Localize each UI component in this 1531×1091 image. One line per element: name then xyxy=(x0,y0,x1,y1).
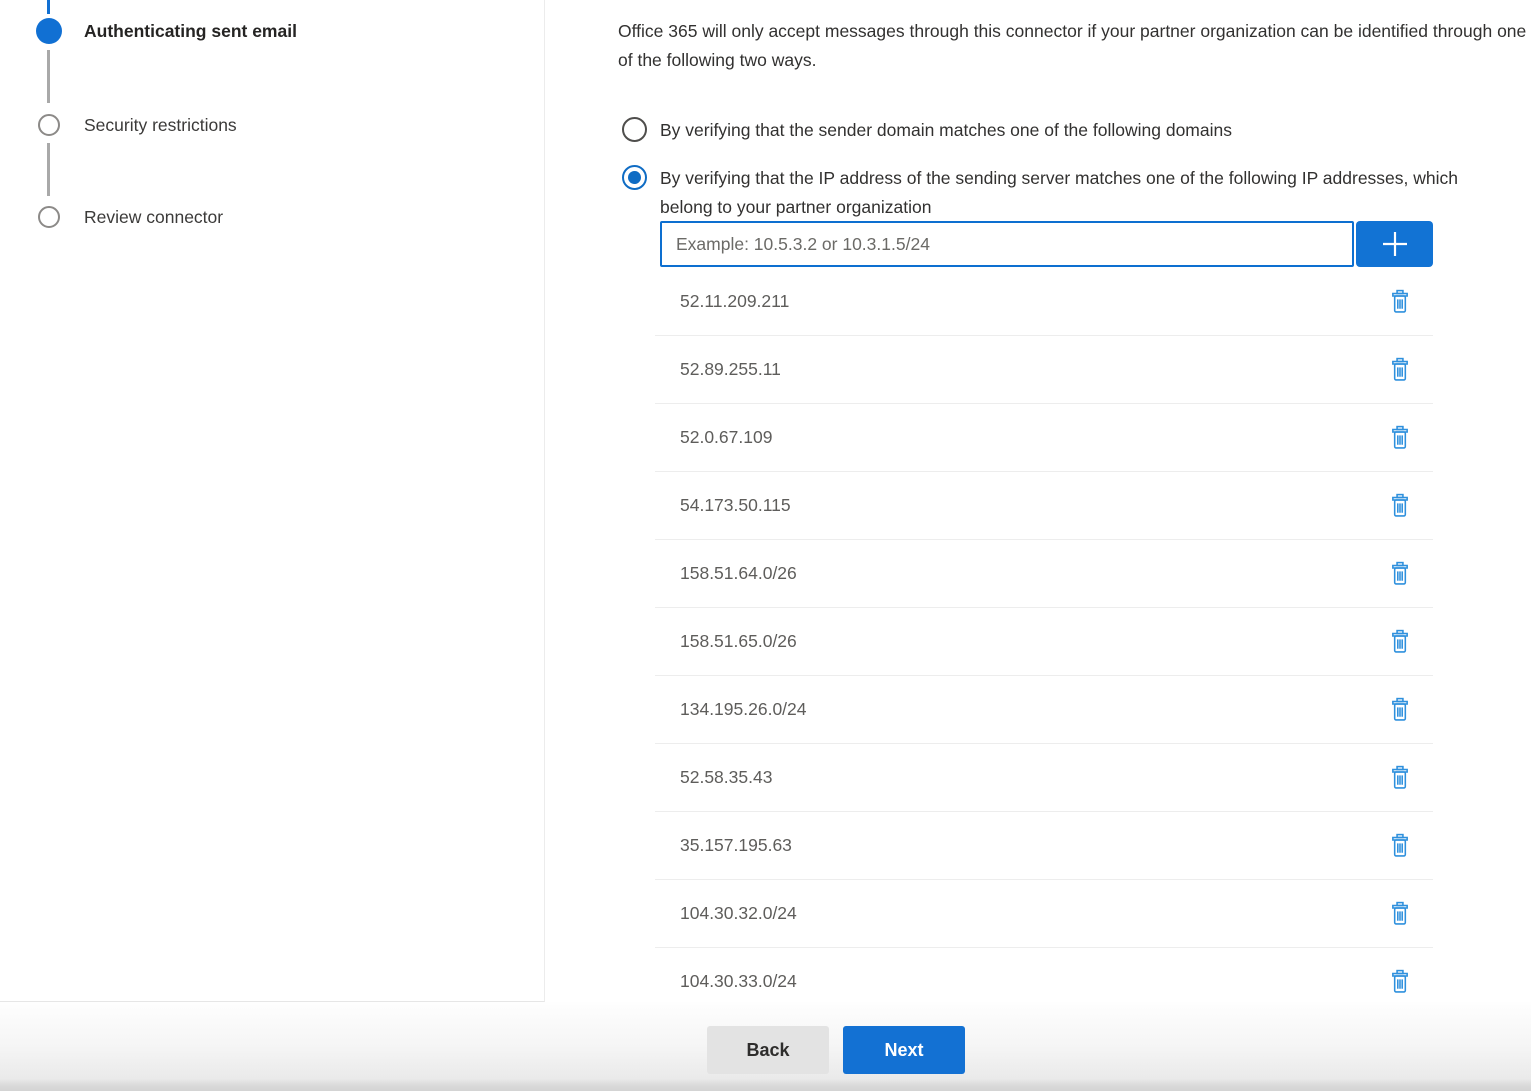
ip-address-value: 52.89.255.11 xyxy=(680,359,1384,380)
step-label: Authenticating sent email xyxy=(84,17,297,45)
step-label: Security restrictions xyxy=(84,111,237,139)
plus-icon xyxy=(1379,228,1411,260)
step-label: Review connector xyxy=(84,203,223,231)
delete-ip-button[interactable] xyxy=(1384,694,1416,726)
delete-ip-button[interactable] xyxy=(1384,286,1416,318)
radio-option-label: By verifying that the IP address of the … xyxy=(660,164,1492,221)
delete-ip-button[interactable] xyxy=(1384,354,1416,386)
trash-icon xyxy=(1389,493,1411,518)
stepper-connector xyxy=(47,143,50,196)
ip-list-row: 52.0.67.109 xyxy=(655,404,1433,472)
ip-list-row: 52.58.35.43 xyxy=(655,744,1433,812)
radio-option-ip-address[interactable]: By verifying that the IP address of the … xyxy=(622,164,1492,221)
stepper-step-review-connector: Review connector xyxy=(0,203,223,231)
trash-icon xyxy=(1389,425,1411,450)
step-active-icon xyxy=(36,18,62,44)
ip-list-row: 54.173.50.115 xyxy=(655,472,1433,540)
step-upcoming-icon xyxy=(38,206,60,228)
delete-ip-button[interactable] xyxy=(1384,558,1416,590)
add-ip-button[interactable] xyxy=(1356,221,1433,267)
trash-icon xyxy=(1389,697,1411,722)
trash-icon xyxy=(1389,969,1411,994)
ip-list-row: 134.195.26.0/24 xyxy=(655,676,1433,744)
stepper-connector xyxy=(47,50,50,103)
radio-selected-icon[interactable] xyxy=(622,165,647,190)
stepper-line-previous xyxy=(47,0,50,14)
trash-icon xyxy=(1389,289,1411,314)
stepper-step-authenticating-sent-email: Authenticating sent email xyxy=(0,17,297,45)
trash-icon xyxy=(1389,765,1411,790)
ip-address-value: 158.51.65.0/26 xyxy=(680,631,1384,652)
trash-icon xyxy=(1389,833,1411,858)
ip-address-value: 52.58.35.43 xyxy=(680,767,1384,788)
back-button[interactable]: Back xyxy=(707,1026,829,1074)
stepper-step-security-restrictions: Security restrictions xyxy=(0,111,237,139)
step-upcoming-icon xyxy=(38,114,60,136)
delete-ip-button[interactable] xyxy=(1384,966,1416,998)
next-button[interactable]: Next xyxy=(843,1026,965,1074)
wizard-content-panel: Office 365 will only accept messages thr… xyxy=(545,0,1531,1002)
ip-list-row: 104.30.32.0/24 xyxy=(655,880,1433,948)
ip-entry-row xyxy=(660,221,1433,267)
ip-list-row: 158.51.65.0/26 xyxy=(655,608,1433,676)
radio-unselected-icon[interactable] xyxy=(622,117,647,142)
trash-icon xyxy=(1389,561,1411,586)
wizard-footer: Back Next xyxy=(0,1002,1531,1091)
ip-list-row: 52.11.209.211 xyxy=(655,268,1433,336)
ip-list-row: 158.51.64.0/26 xyxy=(655,540,1433,608)
ip-address-value: 158.51.64.0/26 xyxy=(680,563,1384,584)
trash-icon xyxy=(1389,901,1411,926)
delete-ip-button[interactable] xyxy=(1384,830,1416,862)
intro-text: Office 365 will only accept messages thr… xyxy=(618,17,1531,74)
ip-address-value: 54.173.50.115 xyxy=(680,495,1384,516)
ip-list-row: 35.157.195.63 xyxy=(655,812,1433,880)
ip-address-value: 104.30.32.0/24 xyxy=(680,903,1384,924)
radio-option-sender-domain[interactable]: By verifying that the sender domain matc… xyxy=(622,116,1232,145)
ip-address-list: 52.11.209.211 52. xyxy=(655,268,1433,1002)
ip-address-value: 134.195.26.0/24 xyxy=(680,699,1384,720)
ip-list-row: 52.89.255.11 xyxy=(655,336,1433,404)
delete-ip-button[interactable] xyxy=(1384,626,1416,658)
radio-option-label: By verifying that the sender domain matc… xyxy=(660,116,1232,145)
ip-address-value: 104.30.33.0/24 xyxy=(680,971,1384,992)
ip-address-value: 35.157.195.63 xyxy=(680,835,1384,856)
trash-icon xyxy=(1389,629,1411,654)
ip-list-row: 104.30.33.0/24 xyxy=(655,948,1433,1002)
delete-ip-button[interactable] xyxy=(1384,422,1416,454)
delete-ip-button[interactable] xyxy=(1384,898,1416,930)
ip-address-value: 52.11.209.211 xyxy=(680,291,1384,312)
delete-ip-button[interactable] xyxy=(1384,490,1416,522)
trash-icon xyxy=(1389,357,1411,382)
delete-ip-button[interactable] xyxy=(1384,762,1416,794)
wizard-stepper-panel: Authenticating sent email Security restr… xyxy=(0,0,545,1002)
ip-address-value: 52.0.67.109 xyxy=(680,427,1384,448)
ip-address-input[interactable] xyxy=(660,221,1354,267)
